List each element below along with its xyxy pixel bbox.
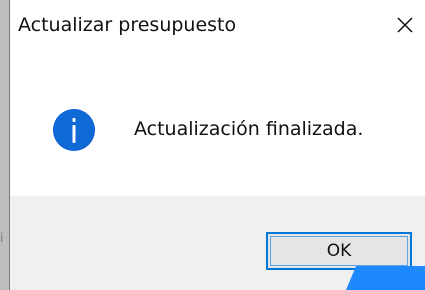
desktop-background: i Actualizar presupuesto Actualización f… bbox=[0, 0, 425, 290]
dialog-titlebar: Actualizar presupuesto bbox=[10, 0, 425, 56]
dialog-footer: OK bbox=[10, 196, 425, 290]
dialog-title: Actualizar presupuesto bbox=[18, 14, 237, 36]
cursor-arrow-icon bbox=[346, 266, 425, 290]
message-dialog: Actualizar presupuesto Actualización fin… bbox=[9, 0, 425, 290]
close-button[interactable] bbox=[385, 4, 425, 46]
info-icon bbox=[53, 109, 95, 151]
dialog-content: Actualización finalizada. bbox=[10, 56, 425, 196]
dialog-message: Actualización finalizada. bbox=[134, 118, 364, 140]
background-window-edge: i bbox=[0, 0, 9, 290]
close-icon bbox=[397, 17, 413, 33]
background-partial-text: i bbox=[0, 231, 4, 245]
ok-button[interactable]: OK bbox=[266, 232, 412, 270]
